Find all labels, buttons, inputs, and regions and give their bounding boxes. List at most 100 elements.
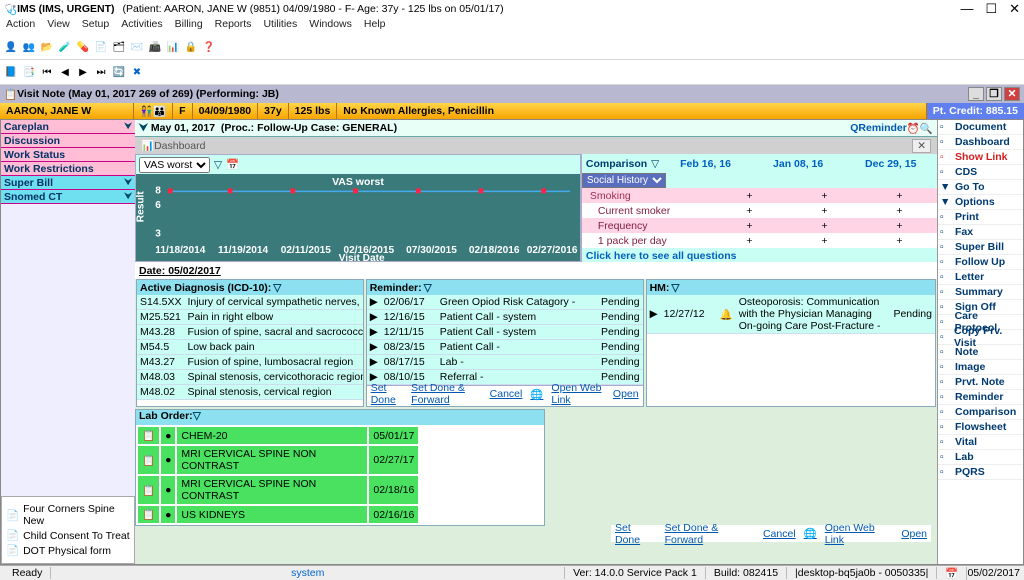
tb-icon-6[interactable]: 📄 xyxy=(93,39,109,55)
tb-icon-2[interactable]: 👥 xyxy=(21,39,37,55)
table-row[interactable]: ▶08/17/15Lab -Pending xyxy=(367,355,643,370)
menu-view[interactable]: View xyxy=(47,18,70,35)
right-item-pqrs[interactable]: ▫PQRS xyxy=(938,465,1023,480)
table-row[interactable]: S14.5XXInjury of cervical sympathetic ne… xyxy=(137,295,364,310)
chart-filter-icon[interactable]: ▽ xyxy=(214,159,222,171)
tb-icon-8[interactable]: ✉️ xyxy=(129,39,145,55)
tb2-nav-first[interactable]: ⏮ xyxy=(39,64,55,80)
cancel-link[interactable]: Cancel xyxy=(490,388,523,400)
filter-icon[interactable]: ▽ xyxy=(651,158,659,170)
table-row[interactable]: ▶12/11/15Patient Call - systemPending xyxy=(367,325,643,340)
right-item-image[interactable]: ▫Image xyxy=(938,360,1023,375)
tb2-icon-2[interactable]: 📑 xyxy=(21,64,37,80)
tb2-nav-next[interactable]: ▶ xyxy=(75,64,91,80)
chart-cal-icon[interactable]: 📅 xyxy=(226,158,239,171)
tb-icon-11[interactable]: 🔒 xyxy=(183,39,199,55)
right-item-note[interactable]: ▫Note xyxy=(938,345,1023,360)
tb2-nav-last[interactable]: ⏭ xyxy=(93,64,109,80)
tb-icon-1[interactable]: 👤 xyxy=(3,39,19,55)
nav-work-restrictions[interactable]: Work Restrictions xyxy=(1,162,135,176)
table-row[interactable]: M48.03Spinal stenosis, cervicothoracic r… xyxy=(137,370,364,385)
menu-windows[interactable]: Windows xyxy=(309,18,352,35)
table-row[interactable]: 📋●US KIDNEYS02/16/16 xyxy=(138,506,418,523)
table-row[interactable]: ▶02/06/17Green Opiod Risk Catagory -Pend… xyxy=(367,295,643,310)
right-item-dashboard[interactable]: ▫Dashboard xyxy=(938,135,1023,150)
menu-utilities[interactable]: Utilities xyxy=(263,18,297,35)
open-web-link[interactable]: Open Web Link xyxy=(551,382,604,406)
right-item-prvt-note[interactable]: ▫Prvt. Note xyxy=(938,375,1023,390)
right-item-comparison[interactable]: ▫Comparison xyxy=(938,405,1023,420)
close-sub-button[interactable]: ✕ xyxy=(1004,87,1020,101)
set-done-fwd-link[interactable]: Set Done & Forward xyxy=(411,382,482,406)
menu-activities[interactable]: Activities xyxy=(121,18,162,35)
nav-super-bill[interactable]: Super Bill⮟ xyxy=(1,176,135,190)
qreminder-link[interactable]: QReminder xyxy=(850,122,907,134)
table-row[interactable]: 📋●CHEM-2005/01/17 xyxy=(138,427,418,444)
filter-icon[interactable]: ▽ xyxy=(671,282,679,294)
right-item-print[interactable]: ▫Print xyxy=(938,210,1023,225)
nav-careplan[interactable]: Careplan⮟ xyxy=(1,120,135,134)
open-link[interactable]: Open xyxy=(901,528,927,540)
filter-icon[interactable]: ▽ xyxy=(193,410,201,422)
min-sub-button[interactable]: _ xyxy=(968,87,984,101)
set-done-fwd-link[interactable]: Set Done & Forward xyxy=(665,522,755,546)
right-item-follow-up[interactable]: ▫Follow Up xyxy=(938,255,1023,270)
patient-icons[interactable]: 👫👪 xyxy=(134,103,173,119)
dashboard-close[interactable]: ✕ xyxy=(912,139,931,153)
menu-help[interactable]: Help xyxy=(364,18,386,35)
table-row[interactable]: M25.521Pain in right elbow10/0 xyxy=(137,310,364,325)
set-done-link[interactable]: Set Done xyxy=(371,382,403,406)
chart-select[interactable]: VAS worst xyxy=(139,157,210,173)
menu-billing[interactable]: Billing xyxy=(175,18,203,35)
tb-icon-12[interactable]: ❓ xyxy=(201,39,217,55)
right-item-super-bill[interactable]: ▫Super Bill xyxy=(938,240,1023,255)
tb-icon-4[interactable]: 🧪 xyxy=(57,39,73,55)
menu-reports[interactable]: Reports xyxy=(215,18,252,35)
minimize-button[interactable]: — xyxy=(960,1,973,17)
nav-discussion[interactable]: Discussion xyxy=(1,134,135,148)
collapse-icon[interactable]: ⮟ xyxy=(139,122,148,135)
right-item-summary[interactable]: ▫Summary xyxy=(938,285,1023,300)
close-button[interactable]: ✕ xyxy=(1009,1,1020,17)
form-item[interactable]: Four Corners Spine New xyxy=(23,503,130,527)
tb-icon-7[interactable]: 🗂 xyxy=(111,39,127,55)
open-link[interactable]: Open xyxy=(613,388,639,400)
right-item-options[interactable]: ▼Options xyxy=(938,195,1023,210)
table-row[interactable]: M43.28Fusion of spine, sacral and sacroc… xyxy=(137,325,364,340)
right-item-vital[interactable]: ▫Vital xyxy=(938,435,1023,450)
nav-snomed[interactable]: Snomed CT⮟ xyxy=(1,190,135,204)
form-item[interactable]: Child Consent To Treat xyxy=(23,530,130,542)
table-row[interactable]: ▶08/23/15Patient Call -Pending xyxy=(367,340,643,355)
right-item-show-link[interactable]: ▫Show Link xyxy=(938,150,1023,165)
maximize-button[interactable]: ☐ xyxy=(985,1,997,17)
max-sub-button[interactable]: ❐ xyxy=(986,87,1002,101)
nav-work-status[interactable]: Work Status xyxy=(1,148,135,162)
tb2-refresh-icon[interactable]: 🔄 xyxy=(111,64,127,80)
tb-icon-3[interactable]: 📂 xyxy=(39,39,55,55)
right-item-cds[interactable]: ▫CDS xyxy=(938,165,1023,180)
table-row[interactable]: M54.5Low back pain11/1 xyxy=(137,340,364,355)
tb-icon-9[interactable]: 📠 xyxy=(147,39,163,55)
open-web-link[interactable]: Open Web Link xyxy=(825,522,894,546)
comp-date1[interactable]: Feb 16, 16 xyxy=(659,158,752,170)
comp-date2[interactable]: Jan 08, 16 xyxy=(752,158,845,170)
tb2-nav-prev[interactable]: ◀ xyxy=(57,64,73,80)
table-row[interactable]: 📋●MRI CERVICAL SPINE NON CONTRAST02/18/1… xyxy=(138,476,418,504)
filter-icon[interactable]: ▽ xyxy=(273,282,281,294)
tb-icon-5[interactable]: 💊 xyxy=(75,39,91,55)
table-row[interactable]: ▶12/16/15Patient Call - systemPending xyxy=(367,310,643,325)
table-row[interactable]: 📋●MRI CERVICAL SPINE NON CONTRAST02/27/1… xyxy=(138,446,418,474)
table-row[interactable]: M43.27Fusion of spine, lumbosacral regio… xyxy=(137,355,364,370)
filter-icon[interactable]: ▽ xyxy=(424,282,432,294)
right-item-flowsheet[interactable]: ▫Flowsheet xyxy=(938,420,1023,435)
cancel-link[interactable]: Cancel xyxy=(763,528,796,540)
form-item[interactable]: DOT Physical form xyxy=(23,545,111,557)
right-item-letter[interactable]: ▫Letter xyxy=(938,270,1023,285)
right-item-lab[interactable]: ▫Lab xyxy=(938,450,1023,465)
table-row[interactable]: M48.02Spinal stenosis, cervical region02… xyxy=(137,385,364,400)
comp-date3[interactable]: Dec 29, 15 xyxy=(844,158,937,170)
menu-action[interactable]: Action xyxy=(6,18,35,35)
tb2-close-icon[interactable]: ✖ xyxy=(129,64,145,80)
right-item-fax[interactable]: ▫Fax xyxy=(938,225,1023,240)
right-item-reminder[interactable]: ▫Reminder xyxy=(938,390,1023,405)
